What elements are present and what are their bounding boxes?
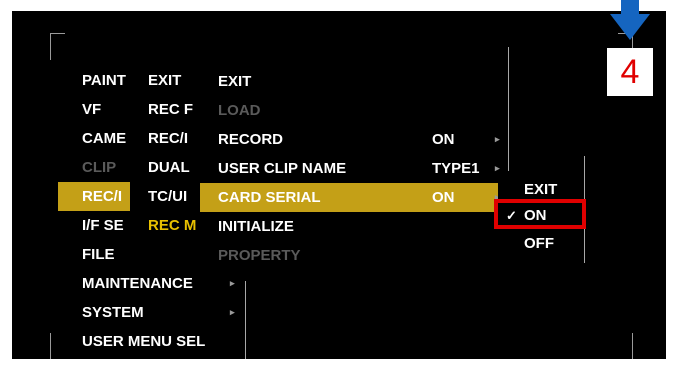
menu-item-label: REC/I: [82, 188, 123, 205]
option-record[interactable]: RECORD ON ▸: [200, 125, 506, 154]
option-label: CARD SERIAL: [218, 189, 321, 206]
option-value: ON: [432, 131, 455, 148]
option-label: PROPERTY: [218, 247, 301, 264]
menu-item-system[interactable]: SYSTEM ▸: [58, 298, 256, 327]
option-exit[interactable]: EXIT: [200, 67, 506, 96]
option-property: PROPERTY: [200, 241, 506, 270]
menu-item-label: REC/I: [148, 130, 189, 147]
menu-item-label: EXIT: [148, 72, 182, 89]
step-arrow-icon: [610, 0, 650, 40]
option-value: ON: [432, 189, 455, 206]
option-user-clip-name[interactable]: USER CLIP NAME TYPE1 ▸: [200, 154, 506, 183]
menu-item-maintenance[interactable]: MAINTENANCE ▸: [58, 269, 256, 298]
option-load: LOAD: [200, 96, 506, 125]
menu-item-label: USER MENU SEL: [82, 333, 206, 350]
menu-item-label: CLIP: [82, 159, 117, 176]
submenu-item-tc-ub[interactable]: TC/UI: [130, 182, 202, 211]
main-menu-divider: [245, 281, 246, 359]
menu-item-label: REC M: [148, 217, 197, 234]
menu-item-label: VF: [82, 101, 102, 118]
viewfinder-screen: PAINT VF CAME CLIP REC/I I/F SE FILE MAI…: [12, 11, 666, 359]
option-label: RECORD: [218, 131, 284, 148]
submenu-arrow-icon: ▸: [495, 134, 500, 144]
submenu-arrow-icon: ▸: [230, 307, 235, 317]
submenu-item-rec-io[interactable]: REC/I: [130, 124, 202, 153]
option-label: EXIT: [218, 73, 252, 90]
menu-item-label: CAME: [82, 130, 127, 147]
option-initialize[interactable]: INITIALIZE: [200, 212, 506, 241]
option-label: INITIALIZE: [218, 218, 294, 235]
menu-item-label: FILE: [82, 246, 115, 263]
option-menu-divider: [508, 47, 509, 179]
submenu-item-rec-meta[interactable]: REC M: [130, 211, 202, 240]
submenu-arrow-icon: ▸: [230, 278, 235, 288]
step-number-badge: 4: [607, 48, 653, 96]
rec-io-submenu: EXIT REC F REC/I DUAL TC/UI REC M: [130, 57, 202, 271]
menu-item-label: REC F: [148, 101, 193, 118]
menu-item-label: MAINTENANCE: [82, 275, 193, 292]
rec-meta-submenu: EXIT LOAD RECORD ON ▸ USER CLIP NAME TYPE1 ▸…: [200, 47, 518, 271]
menu-item-label: TC/UI: [148, 188, 188, 205]
annotation-highlight-box: [494, 199, 586, 229]
value-label: EXIT: [524, 181, 558, 198]
value-label: OFF: [524, 235, 554, 252]
frame-corner-bottom-right: [618, 333, 633, 359]
menu-item-label: PAINT: [82, 72, 126, 89]
option-value: TYPE1: [432, 160, 480, 177]
submenu-item-rec-function[interactable]: REC F: [130, 95, 202, 124]
menu-item-user-menu-sel[interactable]: USER MENU SEL: [58, 327, 256, 356]
submenu-item-exit[interactable]: EXIT: [130, 66, 202, 95]
option-card-serial[interactable]: CARD SERIALON▸: [200, 183, 506, 212]
frame-corner-top-left: [50, 33, 65, 60]
submenu-item-dual[interactable]: DUAL: [130, 153, 202, 182]
option-label: LOAD: [218, 102, 261, 119]
menu-item-label: SYSTEM: [82, 304, 144, 321]
value-item-off[interactable]: OFF: [498, 229, 580, 258]
menu-item-label: DUAL: [148, 159, 190, 176]
option-label: USER CLIP NAME: [218, 160, 347, 177]
menu-item-label: I/F SE: [82, 217, 124, 234]
